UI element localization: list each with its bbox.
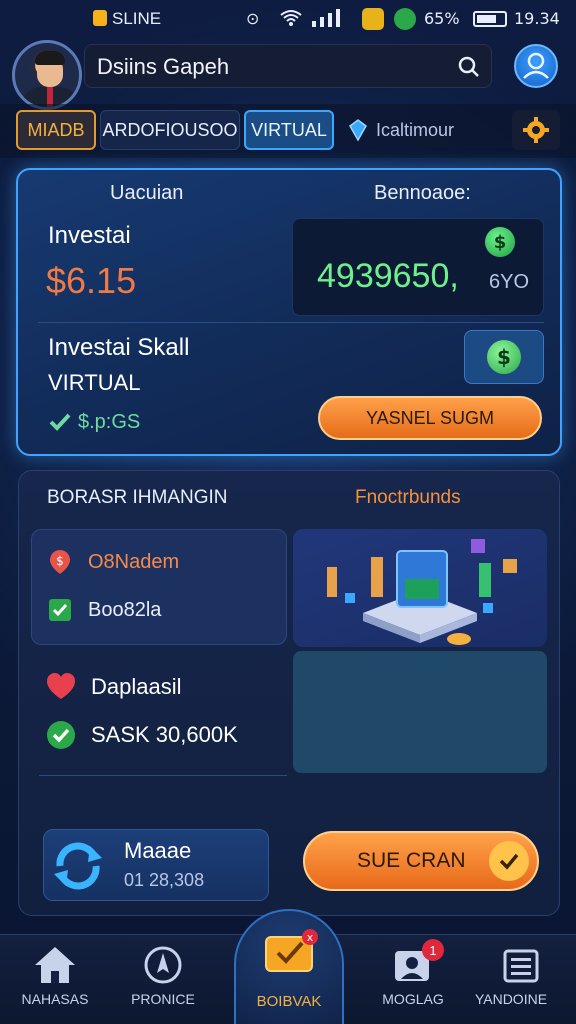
signal-icon	[312, 9, 348, 31]
gem-icon	[346, 118, 370, 142]
check-value: $.p:GS	[78, 410, 141, 433]
nav-yandoine-label: YANDOINE	[474, 991, 548, 1007]
sync-icon	[394, 8, 416, 30]
search-icon[interactable]	[457, 55, 481, 79]
tab-icaltimour[interactable]: Icaltimour	[340, 110, 486, 150]
heart-icon	[47, 673, 75, 699]
investal-amount: $6.15	[46, 260, 137, 301]
tab-miadb[interactable]: MIADB	[16, 110, 96, 150]
bottom-nav: NAHASAS PRONICE x BOIBVAK 1 MOGLAG YANDO…	[0, 909, 576, 1024]
list-item-label: Boo82la	[88, 598, 162, 621]
card-header-right: Bennoaoe:	[374, 182, 471, 204]
nav-boibvak-label: BOIBVAK	[256, 993, 322, 1010]
checkbox-icon	[49, 599, 71, 621]
mode-card[interactable]: Maaae 01 28,308	[43, 829, 269, 901]
lower-panel: BORASR IHMANGIN Fnoctrbunds $ O8Nadem Bo…	[18, 470, 560, 916]
compass-icon	[144, 946, 182, 984]
battery-icon	[473, 11, 507, 27]
list-item[interactable]: Boo82la	[46, 596, 161, 624]
list-item-label: Daplaasil	[91, 674, 182, 699]
nav-boibvak[interactable]: x BOIBVAK	[234, 909, 344, 1024]
balance-box: $ 4939650, 6YO	[292, 218, 544, 316]
list-item[interactable]: Daplaasil	[45, 671, 182, 703]
yasnel-button[interactable]: YASNEL SUGM	[318, 396, 542, 440]
panel-header-left: BORASR IHMANGIN	[47, 487, 228, 508]
balance-value: 4939650,	[317, 257, 459, 295]
investment-card: Uacuian Bennoaoe: Investai $6.15 $ 49396…	[16, 168, 562, 456]
divider	[38, 322, 544, 323]
mode-title: Maaae	[124, 838, 192, 863]
battery-percent: 65%	[424, 9, 460, 28]
wifi-icon	[280, 9, 302, 31]
virtual-label: VIRTUAL	[48, 370, 141, 395]
app-notification-icon	[362, 8, 384, 30]
mode-value: 01 28,308	[124, 870, 205, 890]
check-icon	[49, 413, 71, 431]
wallet-icon: x	[265, 929, 318, 972]
nav-pronice[interactable]: PRONICE	[108, 935, 218, 1024]
refresh-icon	[54, 842, 102, 890]
carrier-icon	[93, 10, 107, 26]
list-item[interactable]: $ O8Nadem	[46, 548, 179, 576]
dollar-coin-icon: $	[485, 227, 515, 257]
avatar[interactable]	[12, 40, 82, 110]
info-tile[interactable]	[293, 651, 547, 773]
svg-text:$: $	[56, 554, 64, 568]
list-box: $ O8Nadem Boo82la	[31, 529, 287, 645]
location-icon: ⊙	[246, 9, 260, 28]
nav-moglag[interactable]: 1 MOGLAG	[358, 935, 468, 1024]
notification-badge: 1	[422, 939, 444, 961]
dollar-gear-icon: $	[487, 340, 521, 374]
carrier-name: SLINE	[112, 9, 162, 28]
panel-header-right[interactable]: Fnoctrbunds	[355, 487, 461, 509]
nav-pronice-label: PRONICE	[131, 991, 195, 1007]
balance-suffix: 6YO	[489, 271, 530, 293]
nav-moglag-label: MOGLAG	[382, 991, 444, 1007]
gear-icon	[523, 117, 549, 143]
user-icon	[523, 52, 549, 79]
status-bar: SLINE ⊙ 65% 19.34	[0, 0, 576, 38]
nav-home-label: NAHASAS	[21, 991, 89, 1007]
card-header-left: Uacuian	[110, 182, 184, 204]
list-item[interactable]: SASK 30,600K	[45, 719, 238, 751]
home-icon	[35, 947, 75, 983]
nav-home[interactable]: NAHASAS	[0, 935, 110, 1024]
dollar-button[interactable]: $	[464, 330, 544, 384]
tab-bar: MIADB ARDOFIOUSOO VIRTUAL Icaltimour	[0, 104, 576, 158]
investal-label: Investai	[48, 222, 131, 249]
sue-cran-button[interactable]: SUE CRAN	[303, 831, 539, 891]
check-value-row: $.p:GS	[48, 410, 140, 434]
sue-cran-label: SUE CRAN	[357, 849, 466, 872]
tab-icaltimour-label: Icaltimour	[376, 119, 455, 140]
search-bar[interactable]: Dsiins Gapeh	[84, 44, 492, 88]
tab-virtual[interactable]: VIRTUAL	[244, 110, 334, 150]
settings-button[interactable]	[512, 110, 560, 150]
svg-text:x: x	[307, 931, 314, 944]
check-circle-icon	[47, 721, 75, 749]
tab-ardofiousoo[interactable]: ARDOFIOUSOO	[100, 110, 240, 150]
check-icon	[489, 841, 529, 881]
platform-illustration	[293, 529, 547, 647]
nav-yandoine[interactable]: YANDOINE	[466, 935, 576, 1024]
list-icon	[503, 949, 539, 983]
list-item-label: O8Nadem	[88, 550, 180, 573]
location-pin-icon: $	[50, 550, 70, 574]
divider	[39, 775, 287, 776]
profile-button[interactable]	[514, 44, 558, 88]
list-item-label: SASK 30,600K	[91, 722, 238, 747]
clock: 19.34	[514, 9, 560, 28]
skall-label: Investai Skall	[48, 334, 190, 361]
header-title: Dsiins Gapeh	[97, 54, 230, 79]
